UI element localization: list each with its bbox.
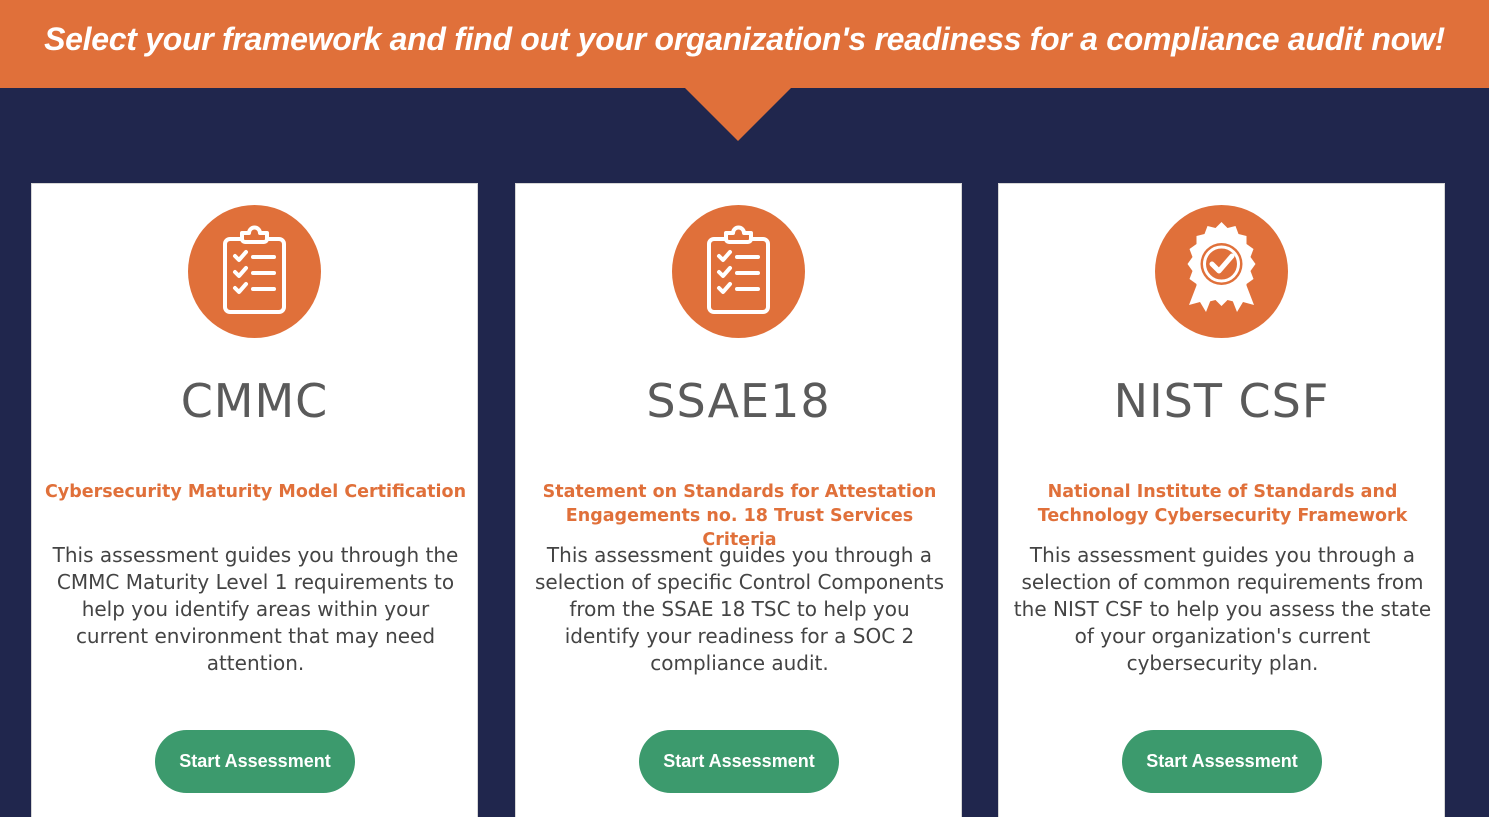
card-title: CMMC: [180, 374, 329, 428]
banner-headline: Select your framework and find out your …: [44, 20, 1445, 57]
card-title: SSAE18: [646, 374, 831, 428]
framework-card-cmmc: CMMC Cybersecurity Maturity Model Certif…: [31, 183, 478, 817]
page: Select your framework and find out your …: [0, 0, 1489, 817]
framework-cards: CMMC Cybersecurity Maturity Model Certif…: [31, 183, 1445, 817]
clipboard-checklist-icon: [672, 205, 805, 338]
framework-card-nist-csf: NIST CSF National Institute of Standards…: [998, 183, 1445, 817]
card-description: This assessment guides you through a sel…: [535, 543, 944, 675]
clipboard-checklist-icon: [188, 205, 321, 338]
banner-pointer-arrow: [685, 88, 791, 141]
framework-card-ssae18: SSAE18 Statement on Standards for Attest…: [515, 183, 962, 817]
start-assessment-button-ssae18[interactable]: Start Assessment: [639, 730, 839, 793]
start-assessment-button-cmmc[interactable]: Start Assessment: [155, 730, 355, 793]
card-title: NIST CSF: [1113, 374, 1330, 428]
card-description: This assessment guides you through a sel…: [1013, 543, 1432, 675]
headline-banner: Select your framework and find out your …: [0, 0, 1489, 88]
card-subtitle: National Institute of Standards and Tech…: [1037, 482, 1408, 526]
award-badge-icon: [1155, 205, 1288, 338]
card-subtitle: Cybersecurity Maturity Model Certificati…: [44, 482, 467, 502]
start-assessment-button-nist-csf[interactable]: Start Assessment: [1122, 730, 1322, 793]
card-description: This assessment guides you through the C…: [52, 543, 459, 675]
